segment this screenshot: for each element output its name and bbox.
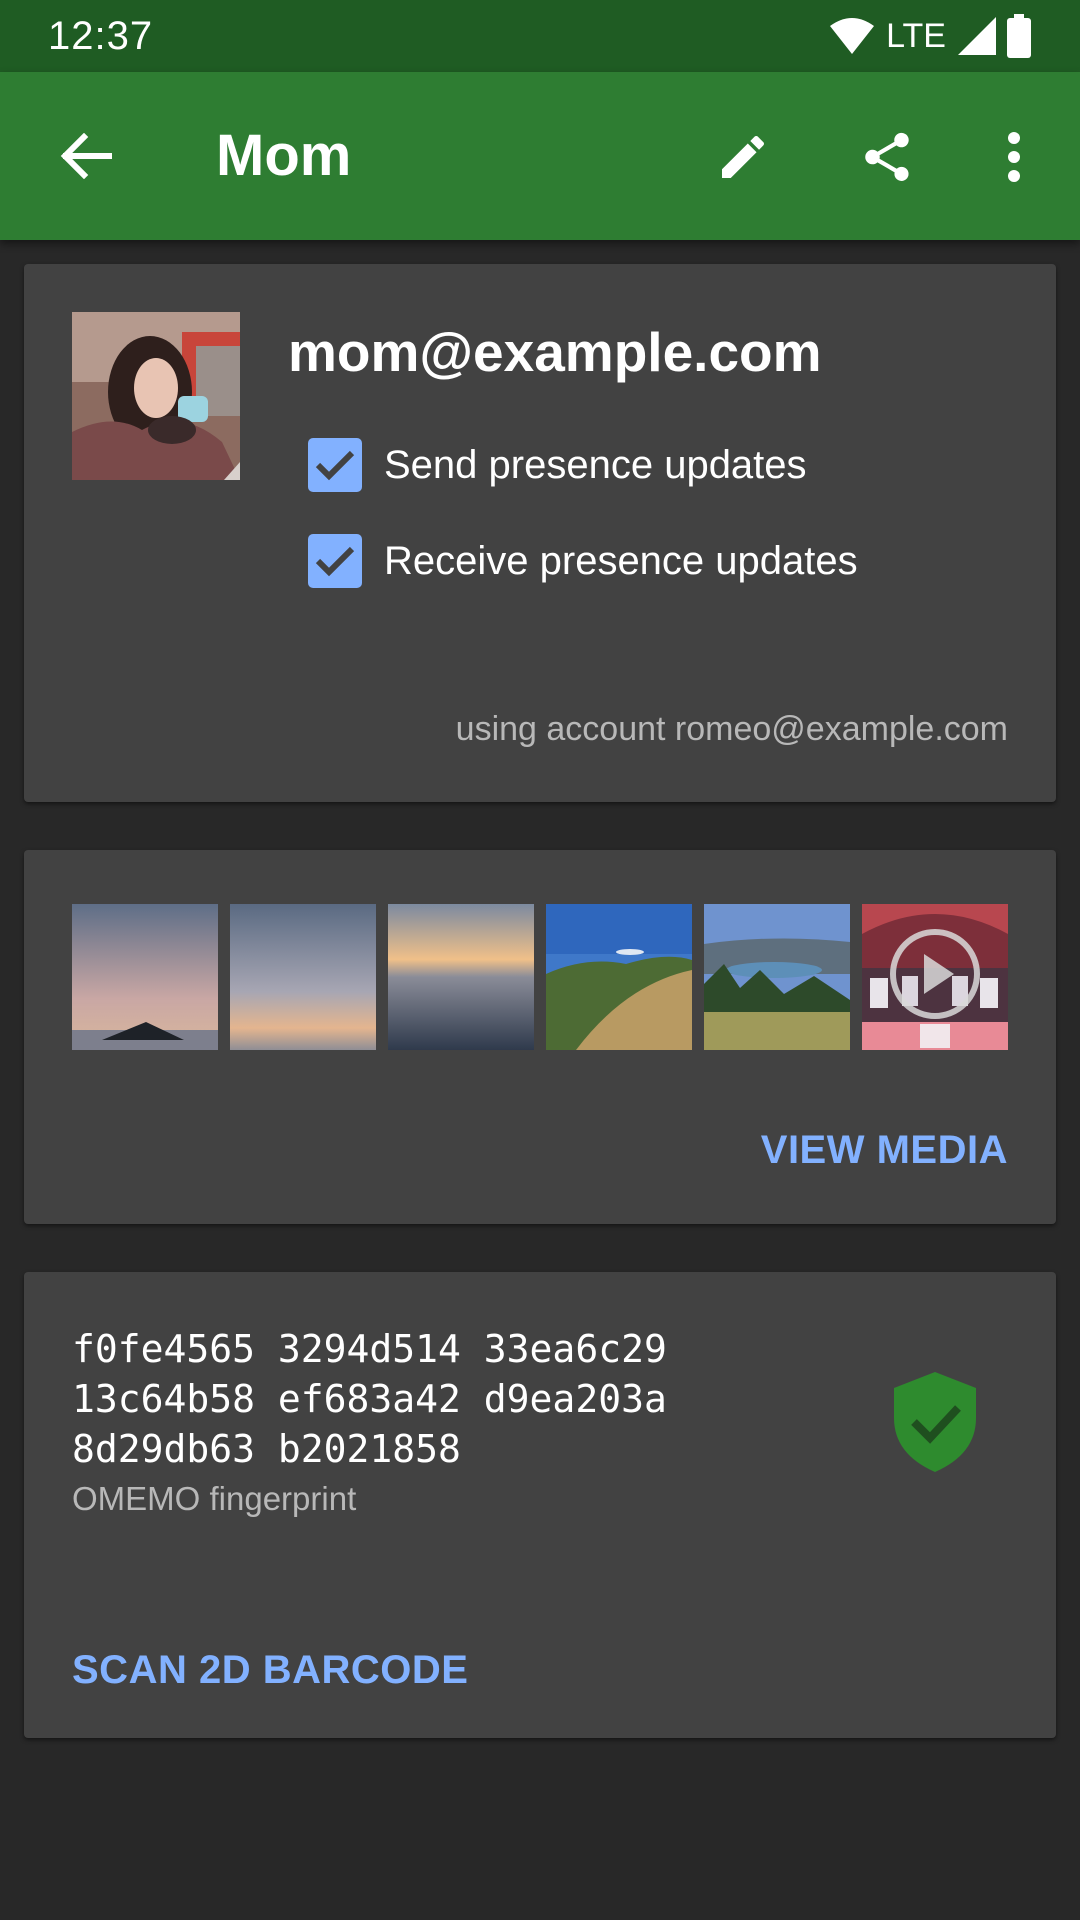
media-card: VIEW MEDIA [24,850,1056,1224]
scan-barcode-button[interactable]: SCAN 2D BARCODE [72,1648,468,1693]
share-icon [865,132,909,181]
receive-presence-checkbox[interactable] [308,534,362,588]
wifi-icon [830,18,875,54]
status-time: 12:37 [48,13,154,58]
share-button[interactable] [852,122,922,192]
verified-shield-icon [894,1372,976,1472]
page-title: Mom [216,123,352,188]
media-thumbnail[interactable] [704,904,850,1050]
back-arrow-icon [60,133,112,179]
account-info: using account romeo@example.com [455,710,1008,748]
trust-shield-button[interactable] [890,1370,980,1474]
send-presence-label: Send presence updates [384,442,807,487]
more-options-button[interactable] [990,122,1038,192]
status-bar: 12:37 LTE [0,0,1080,72]
video-thumbnail[interactable] [862,904,1008,1050]
send-presence-checkbox[interactable] [308,438,362,492]
media-thumbnail[interactable] [230,904,376,1050]
network-type: LTE [886,16,946,55]
app-bar: Mom [0,72,1080,240]
fingerprint-caption: OMEMO fingerprint [72,1480,357,1517]
avatar[interactable] [72,312,240,480]
receive-presence-row[interactable]: Receive presence updates [308,534,858,588]
omemo-fingerprint: f0fe4565 3294d514 33ea6c29 13c64b58 ef68… [72,1324,772,1474]
check-icon [315,450,355,481]
contact-jid: mom@example.com [288,321,822,383]
more-vert-icon [1008,132,1020,182]
media-thumbnail[interactable] [388,904,534,1050]
battery-icon [1007,14,1031,58]
status-icons: LTE [830,14,1032,58]
contact-details-card: mom@example.com Send presence updates Re… [24,264,1056,802]
back-button[interactable] [52,122,120,190]
pencil-icon [722,135,765,178]
receive-presence-label: Receive presence updates [384,538,858,583]
check-icon [315,546,355,577]
fingerprint-line: 13c64b58 ef683a42 d9ea203a [72,1377,667,1421]
send-presence-row[interactable]: Send presence updates [308,438,807,492]
fingerprint-line: 8d29db63 b2021858 [72,1427,461,1471]
view-media-button[interactable]: VIEW MEDIA [761,1128,1008,1173]
media-thumbnail[interactable] [546,904,692,1050]
media-thumbnail[interactable] [72,904,218,1050]
omemo-card: f0fe4565 3294d514 33ea6c29 13c64b58 ef68… [24,1272,1056,1738]
edit-contact-button[interactable] [708,122,778,192]
signal-icon [958,17,996,55]
media-thumbnails [72,904,1008,1050]
fingerprint-line: f0fe4565 3294d514 33ea6c29 [72,1327,667,1371]
